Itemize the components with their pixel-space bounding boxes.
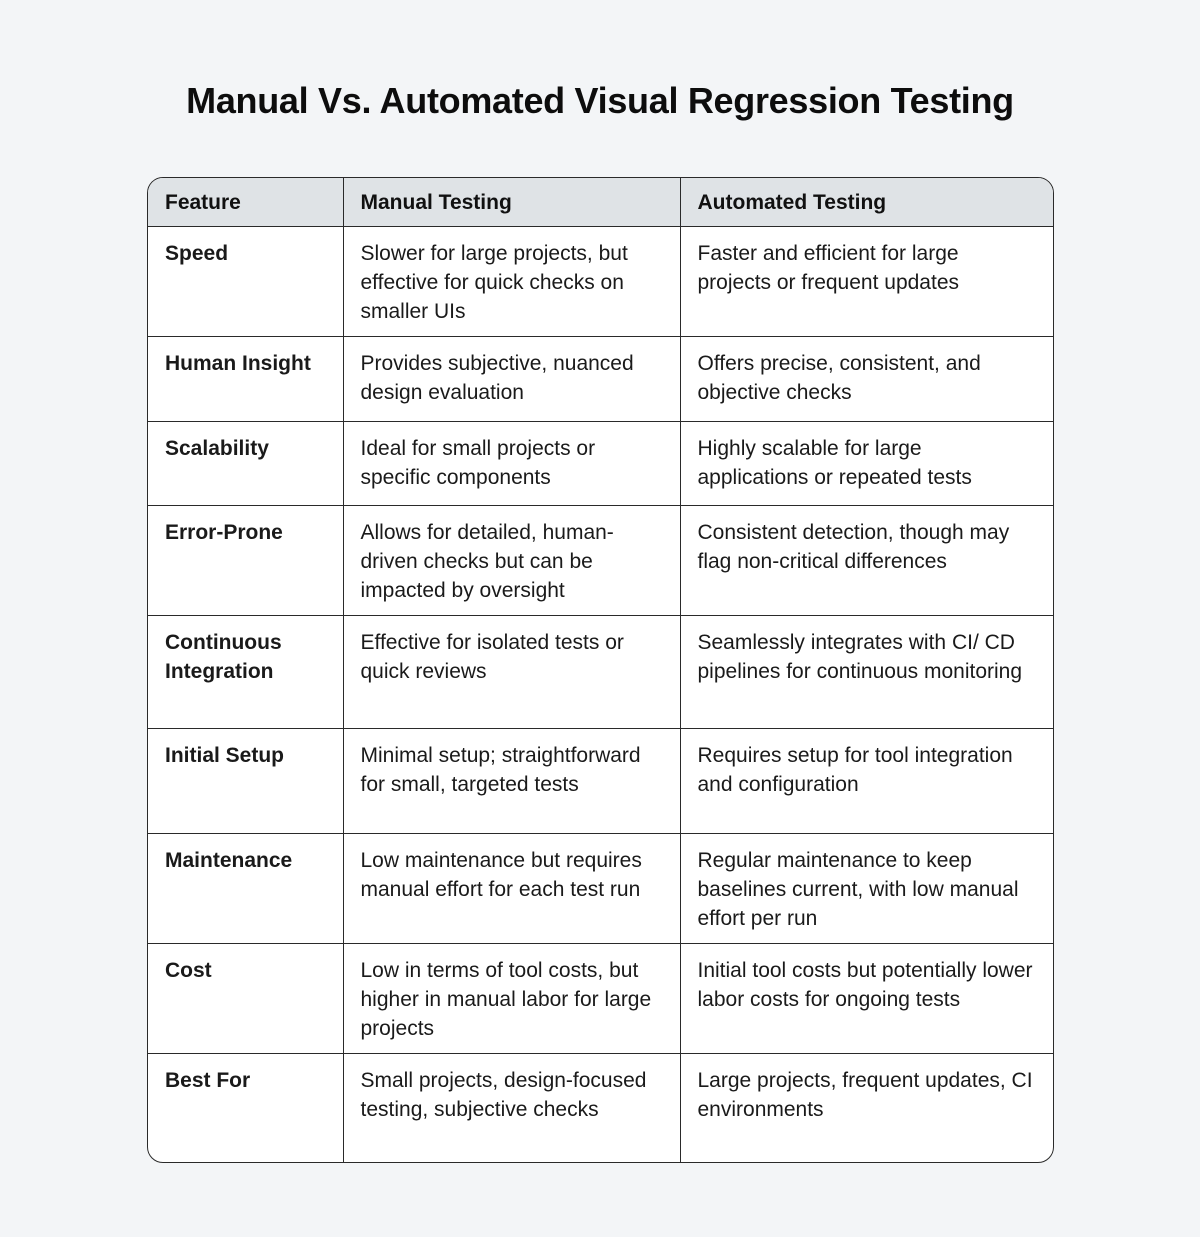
manual-cell: Ideal for small projects or specific com… [343, 421, 681, 506]
automated-cell: Requires setup for tool integration and … [680, 728, 1053, 834]
manual-cell: Provides subjective, nuanced design eval… [343, 336, 681, 422]
comparison-table: Feature Manual Testing Automated Testing… [147, 177, 1054, 1163]
feature-cell: Initial Setup [148, 728, 344, 834]
manual-cell: Minimal setup; straightforward for small… [343, 728, 681, 834]
feature-cell: Best For [148, 1053, 344, 1162]
automated-cell: Regular maintenance to keep baselines cu… [680, 833, 1053, 944]
automated-cell: Large projects, frequent updates, CI env… [697, 1069, 1033, 1121]
feature-cell: Scalability [148, 421, 344, 506]
header-manual: Manual Testing [343, 178, 681, 227]
feature-cell: Human Insight [148, 336, 344, 422]
table-row: Scalability Ideal for small projects or s… [148, 421, 1053, 506]
manual-cell: Effective for isolated tests or quick re… [343, 615, 681, 729]
manual-cell: Allows for detailed, human-driven checks… [343, 505, 681, 616]
table-row: Cost Low in terms of tool costs, but high… [148, 943, 1053, 1054]
table-row: Maintenance Low maintenance but requires … [148, 833, 1053, 944]
automated-cell: Consistent detection, though may flag no… [680, 505, 1053, 616]
feature-cell: Speed [148, 226, 344, 337]
automated-cell: Offers precise, consistent, and objectiv… [680, 336, 1053, 422]
table-row: Initial Setup Minimal setup; straightforw… [148, 728, 1053, 834]
feature-cell: Error-Prone [148, 505, 344, 616]
automated-cell: Seamlessly integrates with CI/ CD pipeli… [680, 615, 1053, 729]
table-row: Human Insight Provides subjective, nuance… [148, 336, 1053, 422]
page-title: Manual Vs. Automated Visual Regression T… [186, 80, 1014, 121]
automated-cell: Faster and efficient for large projects … [680, 226, 1053, 337]
table-header-row: Feature Manual Testing Automated Testing [148, 178, 1053, 227]
table-row: Error-Prone Allows for detailed, human-dr… [148, 505, 1053, 616]
feature-cell: Cost [148, 943, 344, 1054]
header-automated: Automated Testing [680, 178, 1053, 227]
feature-cell: Maintenance [148, 833, 344, 944]
automated-cell: Initial tool costs but potentially lower… [680, 943, 1053, 1054]
feature-cell: Continuous Integration [148, 615, 344, 729]
manual-cell: Low in terms of tool costs, but higher i… [343, 943, 681, 1054]
automated-cell: Highly scalable for large applications o… [680, 421, 1053, 506]
header-feature: Feature [148, 178, 344, 227]
manual-cell: Low maintenance but requires manual effo… [343, 833, 681, 944]
manual-cell: Slower for large projects, but effective… [343, 226, 681, 337]
table-row: Continuous Integration Effective for isol… [148, 615, 1053, 729]
table-row: Speed Slower for large projects, but effe… [148, 226, 1053, 337]
table-row: Best For Small projects, design-focused t… [148, 1053, 1053, 1162]
manual-cell: Small projects, design-focused testing, … [343, 1053, 681, 1162]
